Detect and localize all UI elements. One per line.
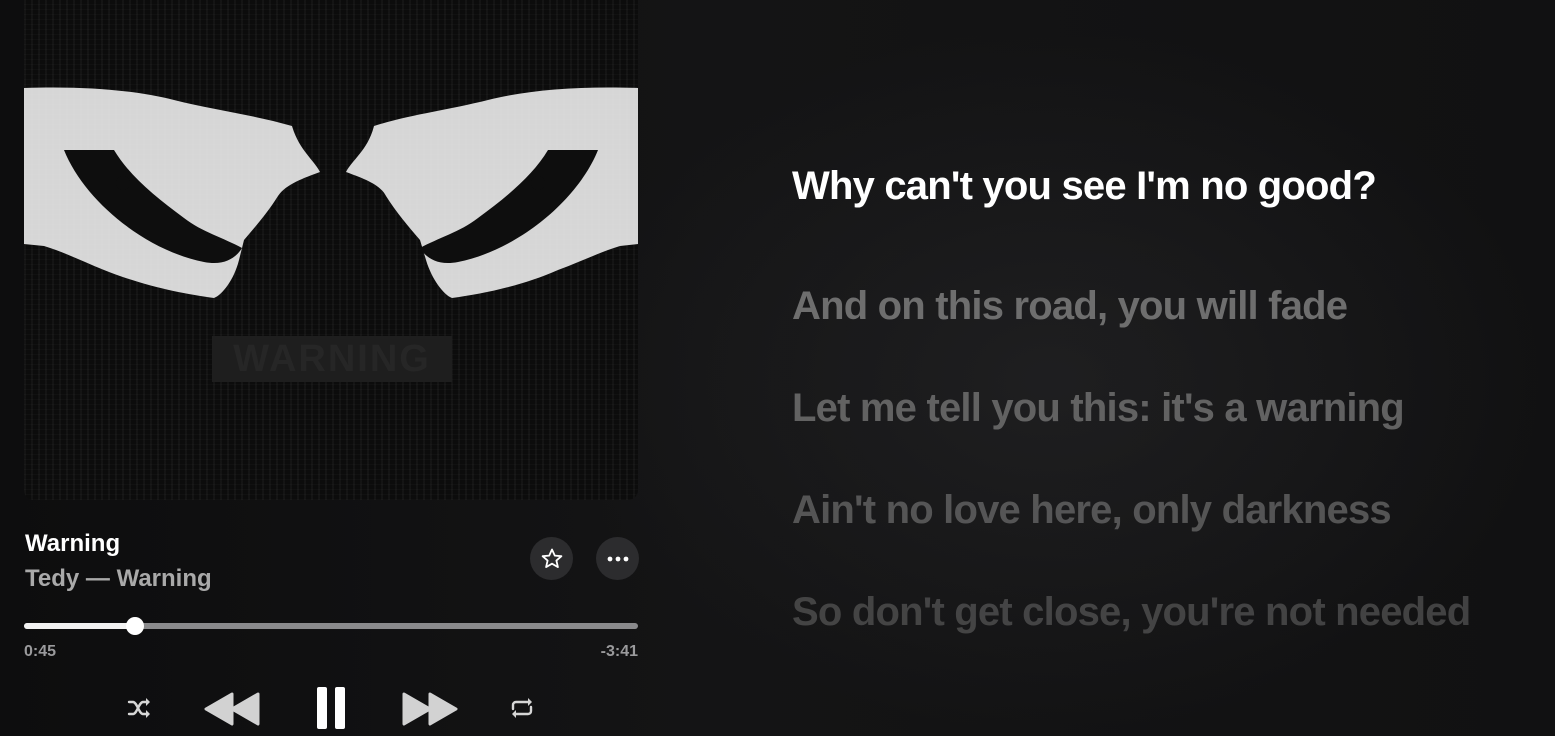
shuffle-button[interactable]: [124, 694, 156, 722]
lyric-line[interactable]: Ain't no love here, only darkness: [792, 488, 1392, 533]
progress-fill: [24, 623, 135, 629]
owl-eyes-artwork: [24, 87, 638, 298]
track-artist-album[interactable]: Tedy — Warning: [25, 565, 212, 593]
lyric-line-active[interactable]: Why can't you see I'm no good?: [792, 164, 1377, 209]
shuffle-icon: [127, 698, 150, 718]
lyric-line[interactable]: So don't get close, you're not needed: [792, 590, 1471, 635]
elapsed-time: 0:45: [24, 643, 57, 660]
album-art-text: WARNING: [212, 336, 452, 382]
album-artwork: WARNING: [24, 0, 638, 500]
progress-handle[interactable]: [125, 617, 144, 635]
previous-button[interactable]: [200, 688, 264, 730]
remaining-time: -3:41: [600, 643, 638, 660]
ellipsis-icon: [607, 556, 628, 561]
star-outline-icon: [541, 548, 562, 568]
lyric-line[interactable]: Let me tell you this: it's a warning: [792, 386, 1405, 431]
rewind-icon: [204, 692, 260, 726]
fast-forward-icon: [402, 692, 458, 726]
next-button[interactable]: [398, 688, 462, 730]
lyric-line[interactable]: And on this road, you will fade: [792, 284, 1348, 329]
progress-slider[interactable]: [24, 617, 638, 635]
repeat-button[interactable]: [506, 694, 538, 722]
more-options-button[interactable]: [596, 537, 639, 580]
pause-button[interactable]: [309, 684, 353, 732]
repeat-icon: [511, 698, 533, 718]
favorite-button[interactable]: [530, 537, 573, 580]
track-title: Warning: [25, 530, 121, 557]
pause-icon: [317, 687, 345, 729]
